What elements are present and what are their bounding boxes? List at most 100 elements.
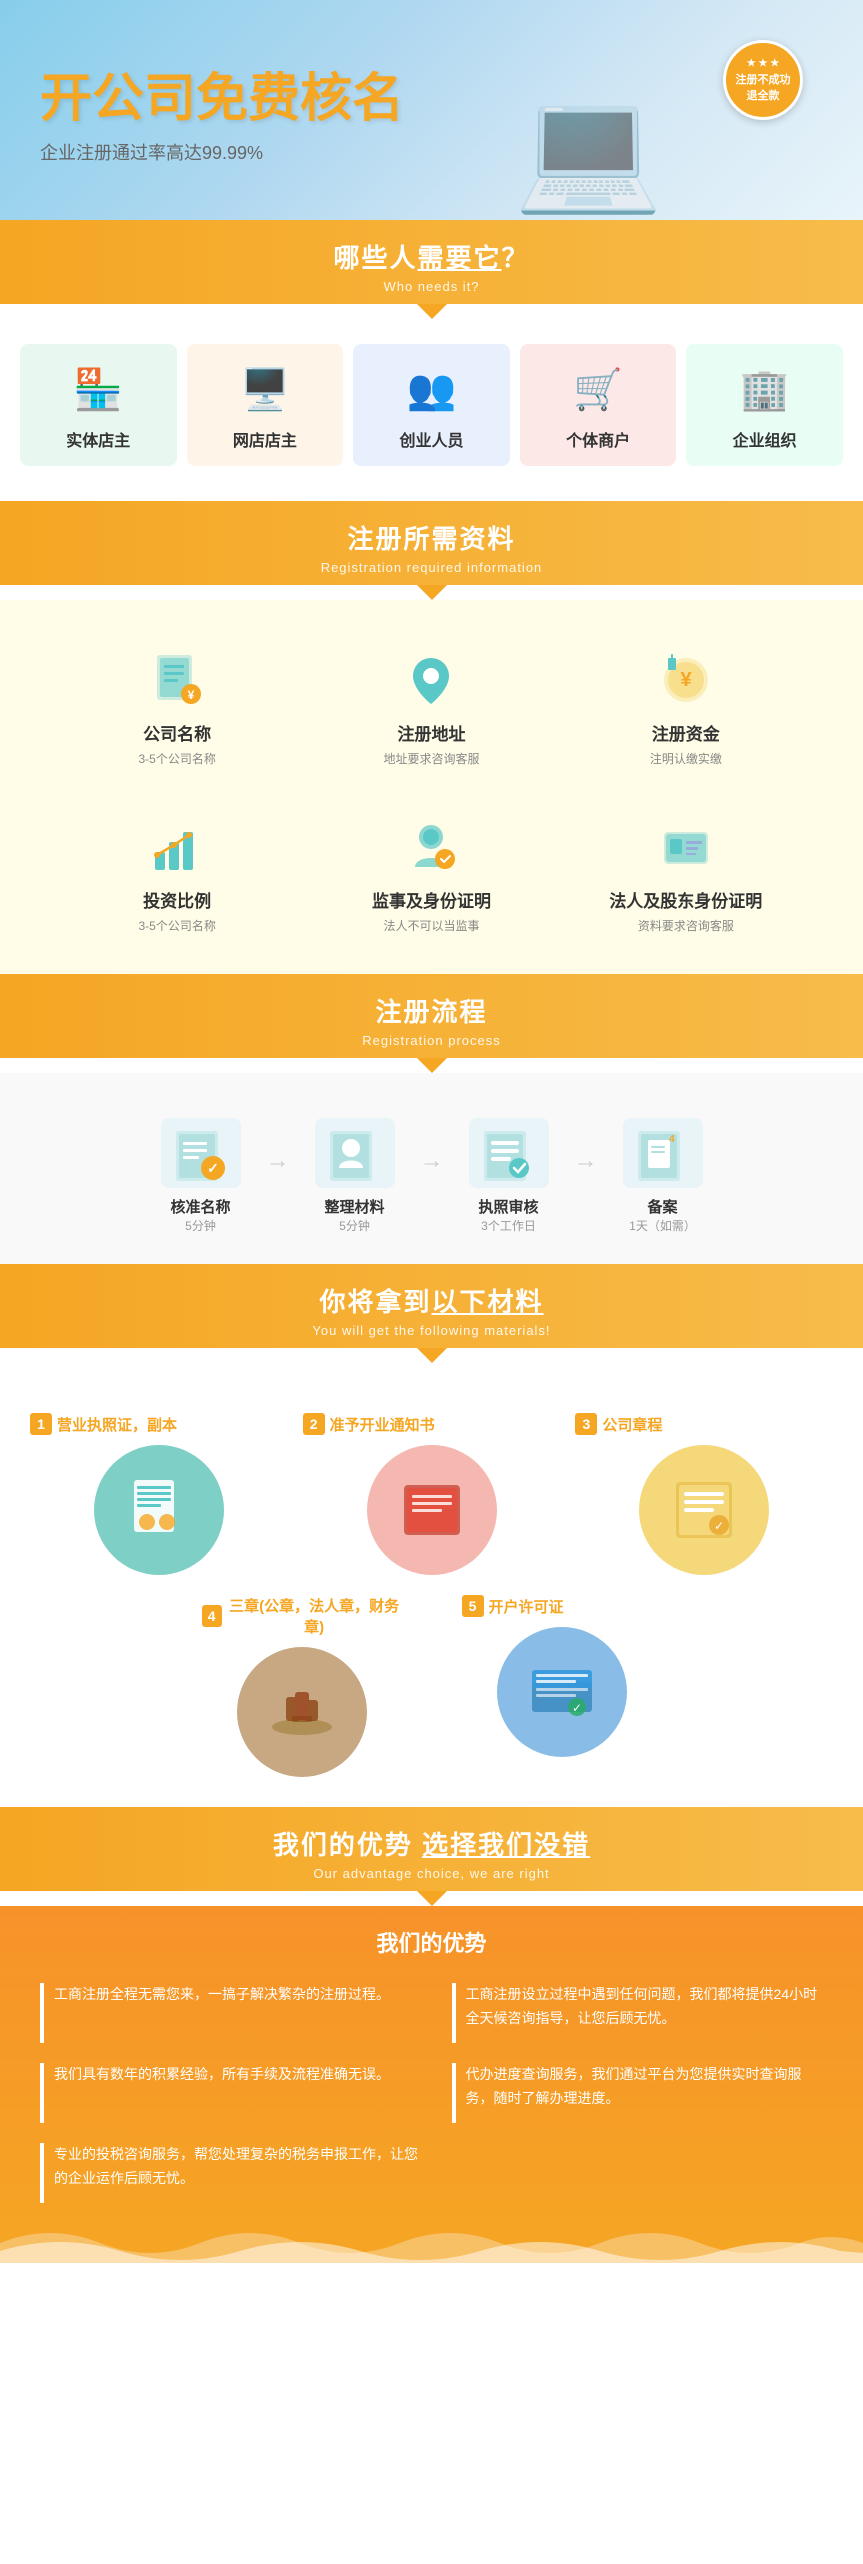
material-item-5: 5 开户许可证 ✓: [462, 1595, 662, 1777]
reg-icon-2: [401, 650, 461, 710]
advantage-content-title: 我们的优势: [40, 1926, 823, 1958]
process-steps: ✓ 核准名称 5分钟 → 整理材料 5分钟 →: [40, 1118, 823, 1234]
materials-arrow: [417, 1348, 447, 1363]
process-icon-2: [315, 1118, 395, 1188]
material-label-3: 3 公司章程: [575, 1413, 833, 1435]
advantage-bar-3: [40, 2063, 44, 2123]
reg-icon-3: ¥: [656, 650, 716, 710]
reg-item-title-5: 监事及身份证明: [324, 887, 538, 912]
reg-process-arrow: [417, 1058, 447, 1073]
material-circle-4: [237, 1647, 367, 1777]
who-needs-sub: Who needs it?: [0, 279, 863, 294]
reg-process-title: 注册流程: [0, 992, 863, 1029]
advantage-banner-title: 我们的优势 选择我们没错: [0, 1825, 863, 1862]
material-item-4: 4 三章(公章，法人章，财务章): [202, 1595, 402, 1777]
advantage-bar-2: [452, 1983, 456, 2043]
advantage-arrow: [417, 1891, 447, 1906]
reg-item-desc-5: 法人不可以当监事: [324, 917, 538, 934]
reg-item-4: 投资比例 3-5个公司名称: [60, 807, 294, 944]
badge-line1: 注册不成功: [736, 71, 791, 87]
process-icon-3: [469, 1118, 549, 1188]
reg-icon-5: [401, 817, 461, 877]
who-label-5: 企业组织: [694, 427, 835, 451]
advantage-bar-4: [452, 2063, 456, 2123]
material-item-3: 3 公司章程 ✓: [575, 1413, 833, 1575]
reg-icon-1: ¥: [147, 650, 207, 710]
materials-grid-top: 1 营业执照证，副本 2 准予开业通知书: [30, 1413, 833, 1575]
process-step-sub-2: 5分钟: [295, 1217, 415, 1234]
hero-section: 开公司免费核名 企业注册通过率高达99.99% 💻 ★ ★ ★ 注册不成功 退全…: [0, 0, 863, 220]
materials-title: 你将拿到以下材料: [0, 1282, 863, 1319]
reg-item-desc-1: 3-5个公司名称: [70, 750, 284, 767]
wave-decoration: [0, 2223, 863, 2263]
advantage-section: 我们的优势 工商注册全程无需您来，一搞子解决繁杂的注册过程。 工商注册设立过程中…: [0, 1906, 863, 2263]
reg-item-desc-6: 资料要求咨询客服: [579, 917, 793, 934]
who-needs-banner: 哪些人需要它？ Who needs it?: [0, 220, 863, 304]
reg-item-5: 监事及身份证明 法人不可以当监事: [314, 807, 548, 944]
reg-item-desc-3: 注明认缴实缴: [579, 750, 793, 767]
who-icon-1: 🏪: [63, 359, 133, 419]
process-icon-1: ✓: [161, 1118, 241, 1188]
advantage-item-5: 专业的投税咨询服务，帮您处理复杂的税务申报工作，让您的企业运作后顾无忧。: [40, 2143, 432, 2203]
advantage-item-1: 工商注册全程无需您来，一搞子解决繁杂的注册过程。: [40, 1983, 412, 2043]
advantage-item-3: 我们具有数年的积累经验，所有手续及流程准确无误。: [40, 2063, 412, 2123]
reg-info-title: 注册所需资料: [0, 519, 863, 556]
process-step-2: 整理材料 5分钟: [295, 1118, 415, 1234]
material-label-5: 5 开户许可证: [462, 1595, 662, 1617]
advantage-bar-5: [40, 2143, 44, 2203]
process-step-4: 4 备案 1天（如需）: [603, 1118, 723, 1234]
hero-title: 开公司免费核名: [40, 56, 404, 131]
reg-icon-6: [656, 817, 716, 877]
who-card-1: 🏪 实体店主: [20, 344, 177, 466]
who-card-4: 🛒 个体商户: [520, 344, 677, 466]
who-card-5: 🏢 企业组织: [686, 344, 843, 466]
reg-info-arrow: [417, 585, 447, 600]
svg-text:✓: ✓: [571, 1701, 581, 1715]
who-needs-section: 🏪 实体店主 🖥️ 网店店主 👥 创业人员 🛒 个体商户 🏢 企业组织: [0, 319, 863, 501]
hero-badge: ★ ★ ★ 注册不成功 退全款: [723, 40, 803, 120]
reg-process-sub: Registration process: [0, 1033, 863, 1048]
reg-item-title-3: 注册资金: [579, 720, 793, 745]
who-icon-2: 🖥️: [230, 359, 300, 419]
material-label-2: 2 准予开业通知书: [303, 1413, 561, 1435]
materials-section: 1 营业执照证，副本 2 准予开业通知书: [0, 1363, 863, 1807]
hero-subtitle: 企业注册通过率高达99.99%: [40, 139, 404, 165]
material-circle-3: ✓: [639, 1445, 769, 1575]
process-step-sub-4: 1天（如需）: [603, 1217, 723, 1234]
reg-item-desc-2: 地址要求咨询客服: [324, 750, 538, 767]
who-card-2: 🖥️ 网店店主: [187, 344, 344, 466]
who-label-1: 实体店主: [28, 427, 169, 451]
material-circle-5: ✓: [497, 1627, 627, 1757]
svg-text:✓: ✓: [207, 1160, 219, 1176]
advantage-text-1: 工商注册全程无需您来，一搞子解决繁杂的注册过程。: [54, 1983, 390, 2007]
process-step-title-3: 执照审核: [449, 1196, 569, 1217]
reg-info-section: ¥ 公司名称 3-5个公司名称 注册地址 地址要求咨询客服: [0, 600, 863, 974]
reg-item-title-2: 注册地址: [324, 720, 538, 745]
who-icon-3: 👥: [396, 359, 466, 419]
advantage-text-2: 工商注册设立过程中遇到任何问题，我们都将提供24小时全天候咨询指导，让您后顾无忧…: [466, 1983, 824, 2031]
reg-process-section: ✓ 核准名称 5分钟 → 整理材料 5分钟 →: [0, 1073, 863, 1264]
reg-item-desc-4: 3-5个公司名称: [70, 917, 284, 934]
who-icon-5: 🏢: [730, 359, 800, 419]
reg-info-sub: Registration required information: [0, 560, 863, 575]
who-label-2: 网店店主: [195, 427, 336, 451]
process-step-3: 执照审核 3个工作日: [449, 1118, 569, 1234]
advantage-item-4: 代办进度查询服务，我们通过平台为您提供实时查询服务，随时了解办理进度。: [452, 2063, 824, 2123]
who-label-3: 创业人员: [361, 427, 502, 451]
who-needs-title: 哪些人需要它？: [0, 238, 863, 275]
who-label-4: 个体商户: [528, 427, 669, 451]
material-item-2: 2 准予开业通知书: [303, 1413, 561, 1575]
materials-grid-bottom: 4 三章(公章，法人章，财务章) 5 开户许可证: [30, 1595, 833, 1777]
process-step-sub-1: 5分钟: [141, 1217, 261, 1234]
badge-line2: 退全款: [747, 87, 780, 103]
reg-info-banner: 注册所需资料 Registration required information: [0, 501, 863, 585]
advantage-text-3: 我们具有数年的积累经验，所有手续及流程准确无误。: [54, 2063, 390, 2087]
material-label-1: 1 营业执照证，副本: [30, 1413, 288, 1435]
hero-decoration: 💻: [514, 80, 663, 220]
process-step-title-2: 整理材料: [295, 1196, 415, 1217]
advantage-grid: 工商注册全程无需您来，一搞子解决繁杂的注册过程。 工商注册设立过程中遇到任何问题…: [40, 1983, 823, 2203]
materials-banner: 你将拿到以下材料 You will get the following mate…: [0, 1264, 863, 1348]
materials-sub: You will get the following materials!: [0, 1323, 863, 1338]
process-icon-4: 4: [623, 1118, 703, 1188]
svg-text:¥: ¥: [680, 669, 692, 691]
